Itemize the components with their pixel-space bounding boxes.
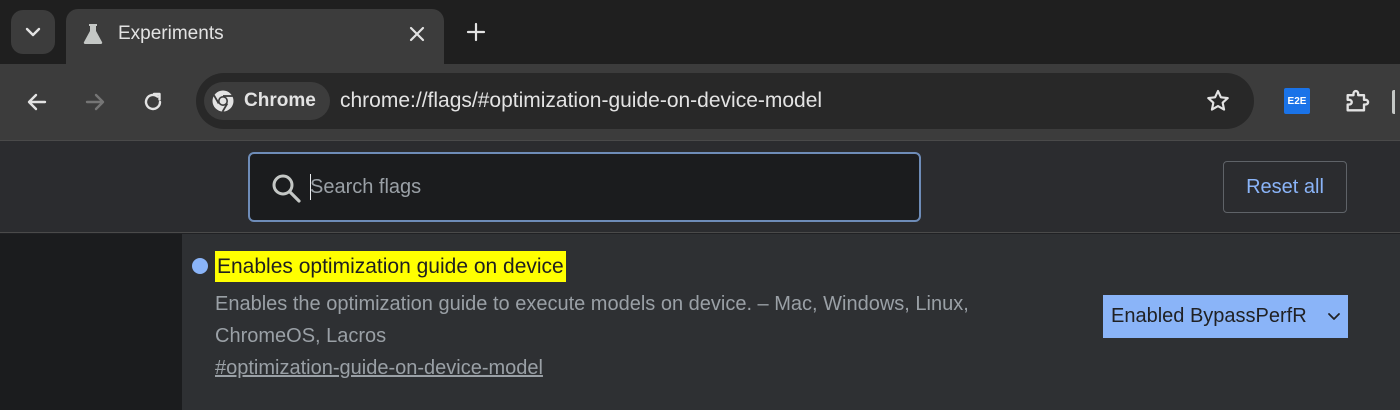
star-icon [1207,89,1229,111]
flag-state-select[interactable]: Enabled BypassPerfR [1103,295,1348,338]
close-icon [409,26,425,42]
flags-content: Enables optimization guide on device Ena… [0,234,1400,410]
puzzle-icon [1346,89,1370,112]
search-box[interactable] [248,152,921,222]
e2e-extension-icon[interactable]: E2E [1284,88,1310,114]
e2e-label: E2E [1287,95,1307,107]
flags-header: Reset all [0,140,1400,233]
site-info-chip[interactable]: Chrome [204,82,330,120]
reset-all-button[interactable]: Reset all [1223,161,1347,213]
menu-button[interactable] [1392,90,1400,114]
address-bar[interactable]: Chrome chrome://flags/#optimization-guid… [196,73,1254,129]
tab-experiments[interactable]: Experiments [66,9,444,65]
chrome-logo-icon [210,88,236,114]
bookmark-button[interactable] [1204,87,1232,115]
chevron-down-icon [25,27,41,37]
chevron-down-icon [1328,313,1340,320]
reload-icon [144,92,162,111]
new-tab-button[interactable] [458,14,494,50]
forward-button[interactable] [76,83,114,121]
url-text[interactable]: chrome://flags/#optimization-guide-on-de… [340,88,822,114]
left-gutter [0,234,182,410]
flag-description: Enables the optimization guide to execut… [215,293,969,347]
search-input[interactable] [310,168,900,206]
plus-icon [466,22,486,42]
close-tab-button[interactable] [404,21,430,47]
reload-button[interactable] [134,83,172,121]
arrow-right-icon [85,93,105,111]
search-icon [272,174,301,203]
chip-label: Chrome [244,90,316,111]
modified-indicator-dot [192,258,208,274]
extensions-button[interactable] [1340,84,1374,118]
flag-title: Enables optimization guide on device [215,251,566,282]
text-caret [310,174,311,200]
flask-icon [80,21,106,47]
selected-option: Enabled BypassPerfR [1111,305,1307,327]
tab-search-button[interactable] [11,10,55,54]
flag-permalink[interactable]: #optimization-guide-on-device-model [215,354,543,382]
back-button[interactable] [18,83,56,121]
tab-title: Experiments [118,23,224,44]
toolbar: Chrome chrome://flags/#optimization-guid… [0,64,1400,140]
tab-strip: Experiments [0,0,1400,65]
arrow-left-icon [27,93,47,111]
flag-entry: Enables optimization guide on device Ena… [182,234,1400,410]
